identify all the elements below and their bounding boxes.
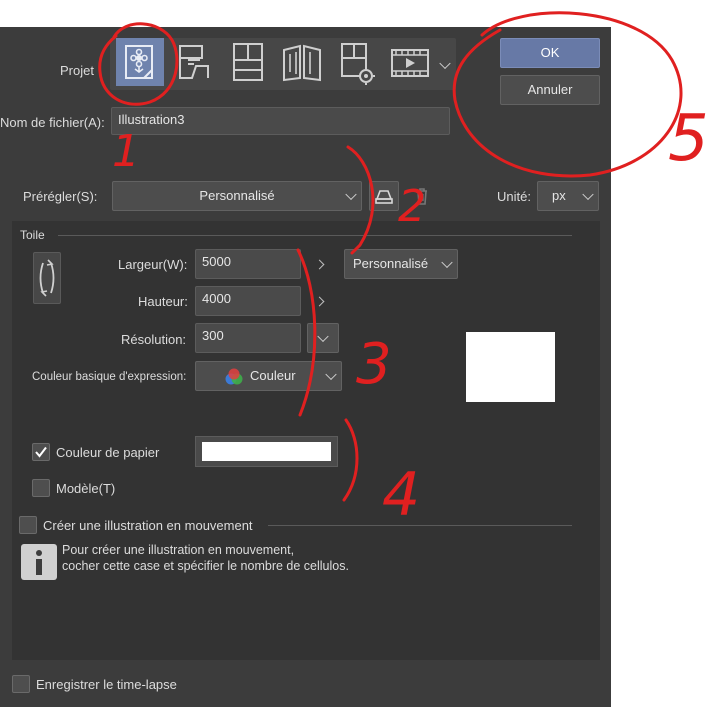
annotation-bracket-3 <box>296 248 317 417</box>
annotation-number-2: 2 <box>398 181 426 232</box>
annotation-circle-1 <box>98 22 179 106</box>
annotation-number-3: 3 <box>356 332 392 397</box>
annotation-bracket-4 <box>342 418 359 502</box>
annotation-overlay: 1 2 3 4 5 <box>98 11 709 530</box>
annotation-number-4: 4 <box>382 460 420 530</box>
annotation-number-1: 1 <box>112 126 140 177</box>
annotation-circle-5 <box>452 11 683 178</box>
annotation-number-5: 5 <box>668 102 709 176</box>
annotation-arrow-2 <box>346 145 375 255</box>
